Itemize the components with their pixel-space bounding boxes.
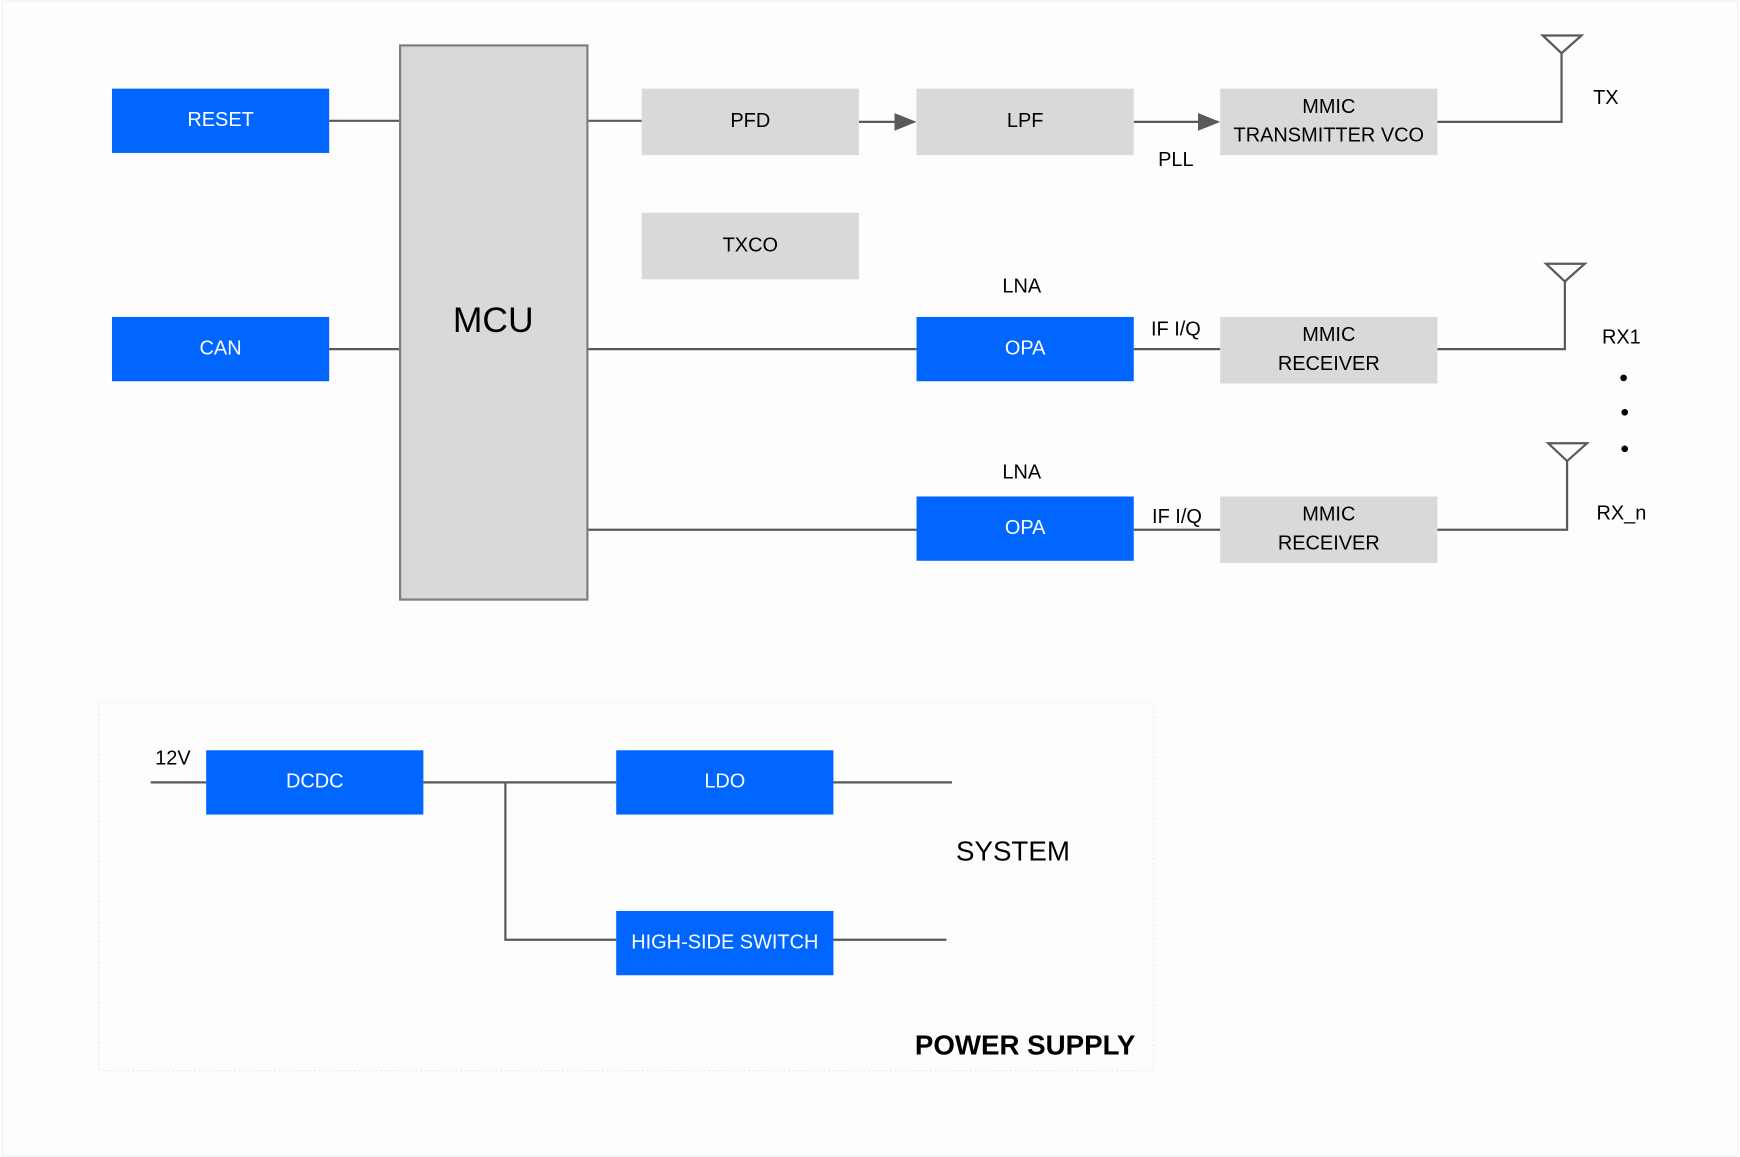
mmic-rx2-label-2: RECEIVER [1278, 532, 1380, 554]
pfd-block: PFD [641, 88, 859, 156]
dcdc-label: DCDC [286, 771, 344, 793]
dcdc-block: DCDC [206, 750, 424, 815]
opa-label: OPA [1005, 337, 1046, 359]
txco-block: TXCO [641, 212, 859, 280]
if-iq-label: IF I/Q [1151, 319, 1201, 341]
lpf-block: LPF [916, 88, 1134, 156]
ldo-label: LDO [704, 771, 745, 793]
mmic-tx-label-1: MMIC [1302, 96, 1355, 118]
mmic-tx-label-2: TRANSMITTER VCO [1234, 125, 1425, 147]
lna-label: LNA [1002, 275, 1041, 297]
opa-label: OPA [1005, 517, 1046, 539]
mmic-rx1-label-1: MMIC [1302, 324, 1355, 346]
12v-label: 12V [155, 747, 191, 769]
mcu-label: MCU [453, 300, 534, 340]
hss-label: HIGH-SIDE SWITCH [631, 931, 818, 953]
mmic-receiver-block-1: MMIC RECEIVER [1220, 316, 1438, 384]
lna-label: LNA [1002, 461, 1041, 483]
pfd-label: PFD [730, 110, 770, 132]
high-side-switch-block: HIGH-SIDE SWITCH [616, 910, 834, 976]
system-label: SYSTEM [956, 836, 1070, 867]
ldo-block: LDO [616, 750, 834, 815]
opa-block-1: OPA [916, 316, 1134, 382]
can-label: CAN [200, 337, 242, 359]
can-block: CAN [111, 316, 330, 382]
mcu-block: MCU [398, 44, 589, 601]
power-supply-title: POWER SUPPLY [915, 1030, 1136, 1061]
rxn-label: RX_n [1596, 502, 1646, 524]
reset-block: RESET [111, 88, 330, 153]
block-diagram: RESET CAN MCU PFD TXCO LPF MMIC TRANSMIT… [1, 0, 1739, 1157]
tx-label: TX [1593, 87, 1618, 109]
reset-label: RESET [187, 109, 253, 131]
pll-label: PLL [1158, 149, 1193, 171]
mmic-receiver-block-2: MMIC RECEIVER [1220, 496, 1438, 563]
if-iq-label: IF I/Q [1152, 506, 1202, 528]
lpf-label: LPF [1007, 110, 1044, 132]
rx1-label: RX1 [1602, 326, 1641, 348]
txco-label: TXCO [723, 234, 778, 256]
mmic-transmitter-block: MMIC TRANSMITTER VCO [1220, 88, 1438, 156]
mmic-rx1-label-2: RECEIVER [1278, 353, 1380, 375]
opa-block-2: OPA [916, 496, 1134, 561]
mmic-rx2-label-1: MMIC [1302, 504, 1355, 526]
